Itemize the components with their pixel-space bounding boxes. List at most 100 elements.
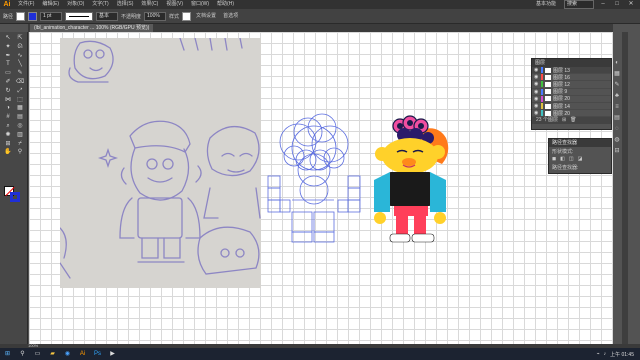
minimize-icon[interactable]: –: [598, 1, 608, 8]
layer-row[interactable]: ◉ 图层 12: [532, 81, 611, 89]
blend-tool-icon[interactable]: ◎: [14, 122, 26, 131]
layer-row[interactable]: ◉ 图层 20: [532, 95, 611, 103]
network-icon[interactable]: ⌁: [597, 351, 600, 357]
clock[interactable]: 上午 01:45: [610, 351, 634, 358]
magic-wand-tool-icon[interactable]: ✦: [2, 43, 14, 52]
paintbrush-tool-icon[interactable]: ✎: [14, 69, 26, 78]
eye-icon[interactable]: ◉: [534, 103, 539, 109]
eye-icon[interactable]: ◉: [534, 96, 539, 102]
eye-icon[interactable]: ◉: [534, 89, 539, 95]
photoshop-taskbar-icon[interactable]: Ps: [93, 350, 102, 359]
media-player-icon[interactable]: ▶: [108, 350, 117, 359]
search-icon[interactable]: ⚲: [18, 350, 27, 359]
menu-item-select[interactable]: 选择(S): [113, 0, 138, 9]
style-swatch[interactable]: [182, 11, 192, 21]
close-icon[interactable]: ✕: [626, 1, 636, 8]
symbol-sprayer-tool-icon[interactable]: ✺: [2, 131, 14, 140]
help-search-input[interactable]: 搜索: [564, 0, 594, 9]
slice-tool-icon[interactable]: ⌿: [14, 140, 26, 149]
menu-item-effect[interactable]: 效果(C): [137, 0, 162, 9]
windows-start-icon[interactable]: ⊞: [3, 350, 12, 359]
volume-icon[interactable]: ♪: [604, 351, 607, 357]
menu-item-object[interactable]: 对象(O): [63, 0, 88, 9]
brushes-panel-icon[interactable]: ✎: [612, 80, 622, 90]
stroke-swatch[interactable]: [28, 11, 38, 21]
preferences-button[interactable]: 首选项: [221, 12, 240, 21]
artboard-tool-icon[interactable]: ⊞: [2, 140, 14, 149]
eye-icon[interactable]: ◉: [534, 110, 539, 116]
document-tab[interactable]: (lbl_animation_character ... 100% (RGB/G…: [30, 24, 154, 32]
menu-item-window[interactable]: 窗口(W): [187, 0, 213, 9]
line-tool-icon[interactable]: ╲: [14, 60, 26, 69]
layers-panel-title[interactable]: 图层: [532, 59, 611, 67]
task-view-icon[interactable]: ▭: [33, 350, 42, 359]
pathfinder-panel-title[interactable]: 路径查找器: [549, 139, 611, 147]
pen-tool-icon[interactable]: ✒: [2, 52, 14, 61]
lasso-tool-icon[interactable]: ᘏ: [14, 43, 26, 52]
transparency-panel-icon[interactable]: ◌: [612, 124, 622, 134]
browser-icon[interactable]: ◉: [63, 350, 72, 359]
symbols-panel-icon[interactable]: ♣: [612, 91, 622, 101]
exclude-icon[interactable]: ◪: [578, 156, 583, 162]
perspective-grid-tool-icon[interactable]: ▦: [14, 104, 26, 113]
free-transform-tool-icon[interactable]: ⬚: [14, 96, 26, 105]
maximize-icon[interactable]: □: [612, 1, 622, 8]
menu-item-view[interactable]: 视图(V): [162, 0, 187, 9]
gradient-tool-icon[interactable]: ▤: [14, 113, 26, 122]
rectangle-tool-icon[interactable]: ▭: [2, 69, 14, 78]
file-explorer-icon[interactable]: ▰: [48, 350, 57, 359]
scale-tool-icon[interactable]: ⤢: [14, 87, 26, 96]
construction-shapes[interactable]: [258, 100, 368, 250]
rotate-tool-icon[interactable]: ↻: [2, 87, 14, 96]
pencil-tool-icon[interactable]: ✐: [2, 78, 14, 87]
opacity-input[interactable]: 100%: [144, 11, 167, 21]
stroke-color-box[interactable]: [10, 192, 20, 202]
document-setup-button[interactable]: 文档设置: [194, 12, 218, 21]
curvature-tool-icon[interactable]: ∿: [14, 52, 26, 61]
trash-icon[interactable]: 🗑: [570, 117, 576, 124]
width-tool-icon[interactable]: ⋈: [2, 96, 14, 105]
layer-count: 23 个图层: [536, 117, 558, 124]
layer-row[interactable]: ◉ 图层 13: [532, 67, 611, 75]
layer-name: 图层 12: [553, 81, 570, 88]
pencil-sketch-drawing: [60, 38, 261, 288]
sketch-reference-image[interactable]: [60, 38, 261, 288]
workspace-switcher[interactable]: 基本功能: [532, 0, 560, 9]
stroke-weight-select[interactable]: 1 pt: [40, 11, 63, 21]
menu-item-help[interactable]: 帮助(H): [213, 0, 238, 9]
character-illustration[interactable]: [370, 112, 455, 247]
eye-icon[interactable]: ◉: [534, 81, 539, 87]
menu-item-edit[interactable]: 编辑(E): [38, 0, 63, 9]
type-tool-icon[interactable]: T: [2, 60, 14, 69]
unite-icon[interactable]: ◼: [552, 156, 556, 162]
fill-swatch[interactable]: [16, 11, 26, 21]
eye-icon[interactable]: ◉: [534, 74, 539, 80]
direct-selection-tool-icon[interactable]: ⇱: [14, 34, 26, 43]
align-panel-icon[interactable]: ⊟: [612, 146, 622, 156]
layer-row[interactable]: ◉ 图层 16: [532, 74, 611, 82]
new-layer-icon[interactable]: ⊞: [562, 117, 566, 124]
minus-front-icon[interactable]: ◧: [560, 156, 565, 162]
menu-item-type[interactable]: 文字(T): [88, 0, 112, 9]
eye-icon[interactable]: ◉: [534, 67, 539, 73]
appearance-panel-icon[interactable]: ◍: [612, 135, 622, 145]
eyedropper-tool-icon[interactable]: ⌕: [2, 122, 14, 131]
graph-tool-icon[interactable]: ▥: [14, 131, 26, 140]
eraser-tool-icon[interactable]: ⌫: [14, 78, 26, 87]
shape-builder-tool-icon[interactable]: ◑: [2, 104, 14, 113]
mesh-tool-icon[interactable]: #: [2, 113, 14, 122]
zoom-tool-icon[interactable]: ⚲: [14, 148, 26, 157]
brush-select[interactable]: 基本: [96, 11, 119, 21]
hand-tool-icon[interactable]: ✋: [2, 148, 14, 157]
selection-tool-icon[interactable]: ↖: [2, 34, 14, 43]
color-panel-icon[interactable]: ◐: [612, 58, 622, 68]
swatches-panel-icon[interactable]: ▦: [612, 69, 622, 79]
layer-row[interactable]: ◉ 图层 14: [532, 103, 611, 111]
gradient-panel-icon[interactable]: ▤: [612, 113, 622, 123]
stroke-panel-icon[interactable]: ≡: [612, 102, 622, 112]
menu-item-file[interactable]: 文件(F): [14, 0, 38, 9]
stroke-profile-select[interactable]: [65, 11, 94, 21]
illustrator-taskbar-icon[interactable]: Ai: [78, 350, 87, 359]
intersect-icon[interactable]: ◫: [569, 156, 574, 162]
layer-row[interactable]: ◉ 图层 9: [532, 88, 611, 96]
